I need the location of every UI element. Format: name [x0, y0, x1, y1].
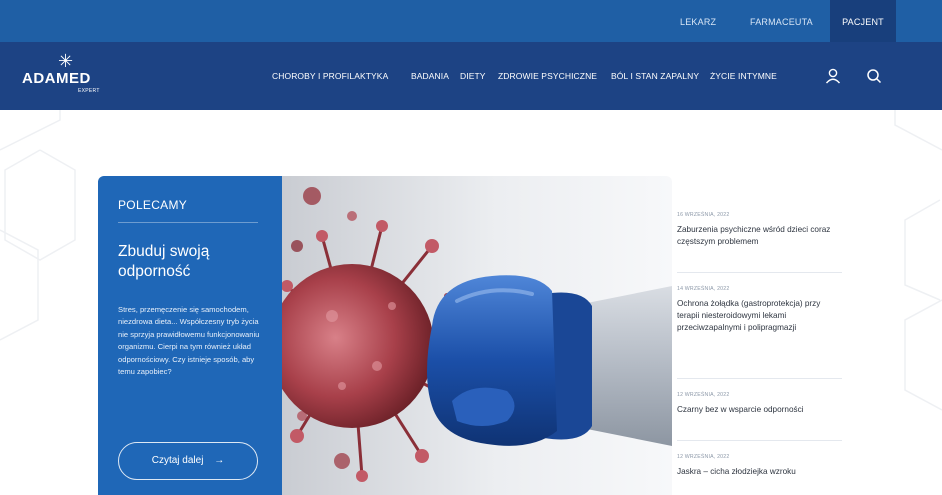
article-date: 14 września, 2022 — [677, 286, 730, 292]
featured-description: Stres, przemęczenie się samochodem, niez… — [118, 305, 260, 377]
featured-divider — [118, 222, 258, 223]
nav-item-diety[interactable]: Diety — [460, 42, 486, 110]
article-item-3[interactable]: 12 września, 2022 Czarny bez w wsparcie … — [677, 392, 842, 416]
article-date: 12 września, 2022 — [677, 392, 730, 398]
featured-article-card: POLECAMY Zbuduj swoją odporność Stres, p… — [98, 176, 672, 495]
logo-star-icon: ✳ — [58, 51, 74, 71]
featured-text-panel: POLECAMY Zbuduj swoją odporność Stres, p… — [98, 176, 282, 495]
article-title[interactable]: Ochrona żołądka (gastroprotekcja) przy t… — [677, 298, 842, 334]
logo-wordmark: ADAMED — [22, 70, 91, 87]
featured-eyebrow: POLECAMY — [118, 198, 188, 212]
featured-image-boxing-glove-virus[interactable] — [282, 176, 672, 495]
top-utility-bar: Lekarz Farmaceuta Pacjent — [0, 0, 942, 42]
read-more-button[interactable]: Czytaj dalej → — [118, 442, 258, 480]
article-item-2[interactable]: 14 września, 2022 Ochrona żołądka (gastr… — [677, 286, 842, 334]
role-link-lekarz[interactable]: Lekarz — [680, 0, 720, 42]
article-divider — [677, 378, 842, 379]
adamed-logo[interactable]: ✳ ADAMED EXPERT — [22, 52, 122, 100]
article-item-1[interactable]: 16 września, 2022 Zaburzenia psychiczne … — [677, 212, 842, 248]
nav-item-bol-i-stan-zapalny[interactable]: Ból i stan zapalny — [611, 42, 699, 110]
article-divider — [677, 272, 842, 273]
user-icon[interactable] — [823, 66, 843, 86]
nav-item-badania[interactable]: Badania — [411, 42, 449, 110]
arrow-right-icon: → — [214, 455, 225, 466]
search-icon[interactable] — [864, 66, 884, 86]
featured-title[interactable]: Zbuduj swoją odporność — [118, 242, 268, 282]
article-title[interactable]: Zaburzenia psychiczne wśród dzieci coraz… — [677, 224, 842, 248]
nav-item-zdrowie-psychiczne[interactable]: Zdrowie psychiczne — [498, 42, 597, 110]
role-link-farmaceuta[interactable]: Farmaceuta — [750, 0, 820, 42]
nav-item-choroby-i-profilaktyka[interactable]: Choroby i profilaktyka — [272, 42, 388, 110]
main-navbar: ✳ ADAMED EXPERT Choroby i profilaktyka B… — [0, 42, 942, 110]
read-more-label: Czytaj dalej — [151, 455, 204, 466]
article-item-4[interactable]: 12 września, 2022 Jaskra – cicha złodzie… — [677, 454, 842, 478]
article-date: 12 września, 2022 — [677, 454, 730, 460]
article-date: 16 września, 2022 — [677, 212, 730, 218]
logo-subtext: EXPERT — [78, 88, 100, 94]
article-title[interactable]: Czarny bez w wsparcie odporności — [677, 404, 842, 416]
article-title[interactable]: Jaskra – cicha złodziejka wzroku — [677, 466, 842, 478]
nav-item-zycie-intymne[interactable]: Życie intymne — [710, 42, 777, 110]
role-link-pacjent[interactable]: Pacjent — [830, 0, 896, 42]
article-divider — [677, 440, 842, 441]
